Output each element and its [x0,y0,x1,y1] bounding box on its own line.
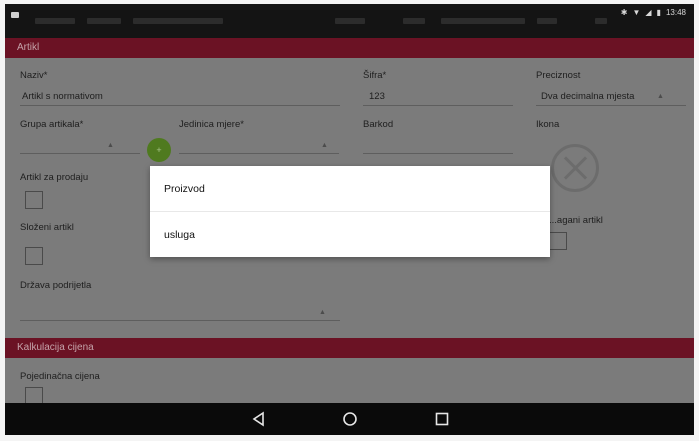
preciznost-underline [536,105,686,106]
vagani-checkbox[interactable] [549,232,567,250]
toolbar-item-blurred [133,18,223,24]
dropdown-caret-icon: ▲ [107,142,114,149]
screenshot-frame: ✱ ▼ ◢ ▮ 13:48 Artikl Naziv* Artikl s nor… [0,0,699,441]
jedinica-label: Jedinica mjere* [179,119,244,130]
dialog-option-label: Proizvod [164,183,205,195]
type-picker-dialog: Proizvod usluga [150,166,550,257]
preciznost-select[interactable]: Dva decimalna mjesta [541,91,634,102]
bluetooth-icon: ✱ [620,8,628,17]
home-icon[interactable] [341,410,359,428]
grupa-select[interactable] [20,153,140,154]
battery-icon: ▮ [656,8,661,17]
no-icon-placeholder-icon[interactable] [551,144,599,192]
drzava-label: Država podrijetla [20,280,92,291]
toolbar-item-blurred [403,18,425,24]
section-header-kalkulacija: Kalkulacija cijena [5,338,694,358]
toolbar-item-blurred [537,18,557,24]
sifra-input[interactable]: 123 [369,91,385,102]
dropdown-caret-icon: ▲ [657,93,664,100]
menu-icon[interactable] [11,12,19,18]
toolbar-item-blurred [35,18,75,24]
dialog-option-proizvod[interactable]: Proizvod [150,166,550,211]
za-prodaju-label: Artikl za prodaju [20,172,89,183]
barkod-input[interactable] [363,153,513,154]
preciznost-label: Preciznost [536,70,581,81]
dialog-option-usluga[interactable]: usluga [150,212,550,257]
sifra-underline [363,105,513,106]
section-title: Kalkulacija cijena [17,342,94,353]
status-bar: ✱ ▼ ◢ ▮ 13:48 [621,8,686,17]
wifi-icon: ▼ [632,8,641,17]
vagani-label: ...agani artikl [549,215,603,226]
slozeni-checkbox[interactable] [25,247,43,265]
recents-icon[interactable] [433,410,451,428]
naziv-input[interactable]: Artikl s normativom [22,91,103,102]
ikona-label: Ikona [536,119,560,130]
section-title: Artikl [17,42,40,53]
sifra-label: Šifra* [363,70,387,81]
jedinica-select[interactable] [179,153,339,154]
toolbar-item-blurred [441,18,525,24]
naziv-label: Naziv* [20,70,48,81]
add-group-button[interactable]: + [147,138,171,162]
naziv-underline [20,105,340,106]
grupa-label: Grupa artikala* [20,119,84,130]
clock: 13:48 [665,8,686,17]
app-toolbar: ✱ ▼ ◢ ▮ 13:48 [5,4,694,38]
back-icon[interactable] [250,410,268,428]
dialog-option-label: usluga [164,229,195,241]
za-prodaju-checkbox[interactable] [25,191,43,209]
barkod-label: Barkod [363,119,394,130]
toolbar-item-blurred [595,18,607,24]
tablet-screen: ✱ ▼ ◢ ▮ 13:48 Artikl Naziv* Artikl s nor… [5,4,694,435]
slozeni-label: Složeni artikl [20,222,74,233]
toolbar-item-blurred [335,18,365,24]
signal-icon: ◢ [645,8,652,17]
system-nav-bar [5,403,694,435]
pojedinacna-label: Pojedinačna cijena [20,371,100,382]
section-header-artikl: Artikl [5,38,694,58]
drzava-select[interactable] [20,320,340,321]
toolbar-item-blurred [87,18,121,24]
pojedinacna-checkbox[interactable] [25,387,43,403]
dropdown-caret-icon: ▲ [321,142,328,149]
dropdown-caret-icon: ▲ [319,309,326,316]
